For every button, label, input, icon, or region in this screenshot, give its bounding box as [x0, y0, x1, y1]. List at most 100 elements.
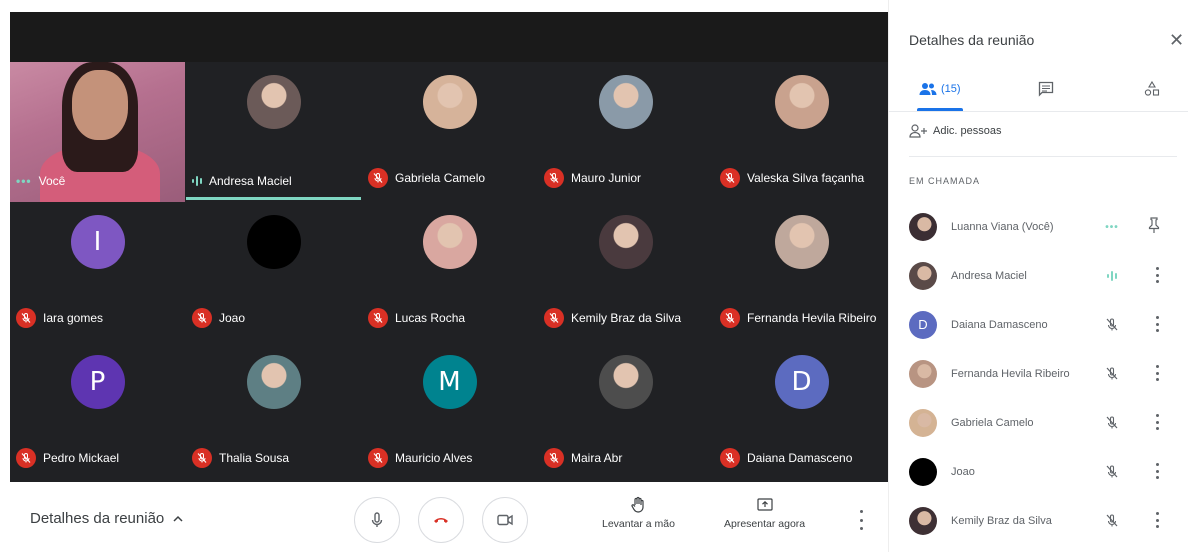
- mic-off-icon: [1103, 463, 1121, 481]
- participant-tile[interactable]: P Pedro Mickael: [10, 342, 185, 482]
- participant-name: Iara gomes: [43, 311, 104, 325]
- participant-list-name: Daiana Damasceno: [951, 318, 1048, 331]
- participant-tile[interactable]: Kemily Braz da Silva: [538, 202, 713, 342]
- tab-chat[interactable]: [1037, 80, 1055, 103]
- participant-name: Andresa Maciel: [209, 174, 292, 188]
- participant-list-item[interactable]: Andresa Maciel: [909, 251, 1179, 300]
- camera-icon: [497, 514, 513, 526]
- participant-tile[interactable]: I Iara gomes: [10, 202, 185, 342]
- tab-people[interactable]: (15): [919, 82, 961, 96]
- more-vert-icon[interactable]: [1153, 463, 1161, 479]
- avatar: [909, 457, 937, 486]
- participant-name-label: Gabriela Camelo: [368, 168, 485, 188]
- participant-name-label: Joao: [192, 308, 245, 328]
- participant-name-label: Fernanda Hevila Ribeiro: [720, 308, 876, 328]
- tab-activities[interactable]: [1143, 80, 1161, 103]
- mic-off-icon: [720, 308, 740, 328]
- participant-list-name: Fernanda Hevila Ribeiro: [951, 367, 1070, 380]
- hang-up-icon: [434, 518, 448, 523]
- meeting-details-label: Detalhes da reunião: [30, 510, 165, 527]
- participant-list-name: Joao: [951, 465, 975, 478]
- mic-off-icon: [368, 308, 388, 328]
- participant-tile[interactable]: D Daiana Damasceno: [714, 342, 889, 482]
- add-people-button[interactable]: Adic. pessoas: [909, 124, 1001, 138]
- participant-list-item[interactable]: Fernanda Hevila Ribeiro: [909, 349, 1179, 398]
- close-panel-button[interactable]: ✕: [1169, 30, 1184, 51]
- present-screen-icon: [756, 498, 773, 511]
- add-divider: [909, 156, 1177, 157]
- more-vert-icon[interactable]: [1153, 414, 1161, 430]
- participant-tile[interactable]: Valeska Silva façanha: [714, 62, 889, 202]
- participant-name: Kemily Braz da Silva: [571, 311, 682, 325]
- avatar: [909, 261, 937, 290]
- participant-name-label: Iara gomes: [16, 308, 103, 328]
- participant-avatar: [598, 355, 653, 409]
- participant-tile[interactable]: M Mauricio Alves: [362, 342, 537, 482]
- participant-avatar: [246, 75, 301, 129]
- avatar: [909, 212, 937, 241]
- participant-tile[interactable]: Mauro Junior: [538, 62, 713, 202]
- participant-list-item[interactable]: Gabriela Camelo: [909, 398, 1179, 447]
- raise-hand-label: Levantar a mão: [602, 518, 675, 530]
- video-top-bar: [10, 12, 888, 62]
- avatar: [909, 359, 937, 388]
- participant-name: Mauro Junior: [571, 171, 642, 185]
- avatar: D: [909, 310, 937, 339]
- mic-off-icon: [720, 168, 740, 188]
- participant-list: Luanna Viana (Você) ••• Andresa Maciel D Dai…: [909, 202, 1179, 545]
- close-icon: ✕: [1169, 30, 1185, 50]
- activities-icon: [1144, 80, 1160, 96]
- participant-avatar: D: [774, 355, 829, 409]
- meeting-details-toggle[interactable]: Detalhes da reunião: [30, 510, 184, 527]
- participant-name-label: Pedro Mickael: [16, 448, 119, 468]
- pin-icon[interactable]: [1147, 216, 1161, 239]
- speaking-icon: [192, 175, 202, 187]
- participant-list-item[interactable]: Kemily Braz da Silva: [909, 496, 1179, 545]
- participant-name-label: Thalia Sousa: [192, 448, 289, 468]
- microphone-button[interactable]: [354, 497, 400, 543]
- mic-off-icon: [192, 308, 212, 328]
- mic-off-icon: [1103, 365, 1121, 383]
- tabs-divider: [889, 111, 1188, 112]
- participant-tile[interactable]: ••• Você: [10, 62, 185, 202]
- participant-tile[interactable]: Gabriela Camelo: [362, 62, 537, 202]
- participant-name: Valeska Silva façanha: [747, 171, 865, 185]
- camera-button[interactable]: [482, 497, 528, 543]
- participant-list-name: Andresa Maciel: [951, 269, 1027, 282]
- participant-name-label: Kemily Braz da Silva: [544, 308, 681, 328]
- participant-avatar: [774, 215, 829, 269]
- participant-name: Fernanda Hevila Ribeiro: [747, 311, 877, 325]
- participant-tile[interactable]: Joao: [186, 202, 361, 342]
- participant-name: Joao: [219, 311, 246, 325]
- leave-call-button[interactable]: [418, 497, 464, 543]
- participant-avatar: [774, 75, 829, 129]
- present-now-label: Apresentar agora: [724, 518, 806, 530]
- more-options-button[interactable]: [853, 510, 869, 530]
- present-now-button[interactable]: Apresentar agora: [724, 496, 805, 530]
- participant-name: Pedro Mickael: [43, 451, 120, 465]
- more-vert-icon[interactable]: [1153, 512, 1161, 528]
- participant-list-item[interactable]: Joao: [909, 447, 1179, 496]
- participant-tile[interactable]: Maira Abr: [538, 342, 713, 482]
- participant-name: Mauricio Alves: [395, 451, 473, 465]
- participant-list-name: Luanna Viana (Você): [951, 220, 1054, 233]
- avatar: [909, 408, 937, 437]
- chat-icon: [1038, 81, 1054, 97]
- participant-list-item[interactable]: D Daiana Damasceno: [909, 300, 1179, 349]
- more-vert-icon[interactable]: [1153, 267, 1161, 283]
- participant-grid: ••• Você Andresa Maciel Gabriela Camelo Maur…: [10, 62, 888, 482]
- speaking-icon: [1103, 267, 1121, 285]
- participant-name-label: ••• Você: [16, 174, 65, 188]
- participant-list-item[interactable]: Luanna Viana (Você) •••: [909, 202, 1179, 251]
- more-vert-icon[interactable]: [1153, 316, 1161, 332]
- raise-hand-button[interactable]: Levantar a mão: [602, 496, 675, 530]
- mic-off-icon: [1103, 316, 1121, 334]
- participant-tile[interactable]: Thalia Sousa: [186, 342, 361, 482]
- participant-tile[interactable]: Fernanda Hevila Ribeiro: [714, 202, 889, 342]
- mic-off-icon: [720, 448, 740, 468]
- participant-avatar: P: [70, 355, 125, 409]
- more-vert-icon[interactable]: [1153, 365, 1161, 381]
- mic-off-icon: [16, 448, 36, 468]
- participant-tile[interactable]: Lucas Rocha: [362, 202, 537, 342]
- participant-tile[interactable]: Andresa Maciel: [186, 62, 361, 202]
